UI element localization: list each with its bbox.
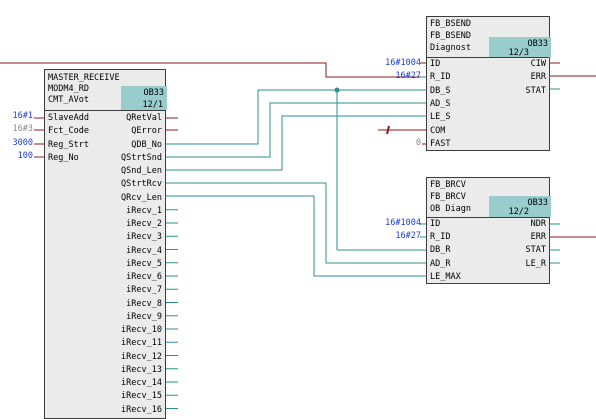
master-output-pin[interactable]: iRecv_16 bbox=[121, 405, 162, 415]
bsend-input-pin[interactable]: FAST bbox=[430, 139, 450, 149]
master-output-pin[interactable]: iRecv_5 bbox=[126, 259, 162, 269]
master-input-value[interactable]: 100 bbox=[18, 151, 33, 161]
bsend-input-pin[interactable]: AD_S bbox=[430, 99, 450, 109]
bsend-block-type: FB_BSEND bbox=[430, 31, 471, 41]
brcv-ob-badge: OB33 12/2 bbox=[489, 196, 551, 217]
master-ob-label: OB33 bbox=[143, 88, 164, 98]
bsend-block-comment: Diagnost bbox=[430, 43, 471, 53]
brcv-input-pin[interactable]: ID bbox=[430, 219, 440, 229]
master-output-pin[interactable]: iRecv_13 bbox=[121, 365, 162, 375]
brcv-input-pin[interactable]: R_ID bbox=[430, 232, 450, 242]
bsend-input-pin[interactable]: DB_S bbox=[430, 86, 450, 96]
brcv-output-pin[interactable]: STAT bbox=[526, 245, 546, 255]
brcv-input-value[interactable]: 16#1004 bbox=[385, 218, 421, 228]
master-output-pin[interactable]: QError bbox=[131, 126, 162, 136]
master-block-name: MASTER_RECEIVE bbox=[48, 73, 120, 83]
bsend-output-pin[interactable]: ERR bbox=[531, 72, 546, 82]
brcv-output-pin[interactable]: ERR bbox=[531, 232, 546, 242]
master-ob-number: 12/1 bbox=[142, 100, 163, 110]
brcv-output-pin[interactable]: LE_R bbox=[526, 259, 546, 269]
teal-wire-qsnd-len bbox=[166, 115, 426, 171]
teal-wire-qrcv-len bbox=[166, 195, 426, 277]
brcv-output-pin[interactable]: NDR bbox=[531, 219, 546, 229]
red-wire-com-marker bbox=[386, 125, 390, 135]
master-block-type: MODM4_RD bbox=[48, 84, 89, 94]
master-output-pin[interactable]: iRecv_3 bbox=[126, 232, 162, 242]
brcv-ob-number: 12/2 bbox=[508, 207, 529, 217]
master-header-separator bbox=[45, 110, 165, 111]
master-input-value[interactable]: 3000 bbox=[13, 138, 33, 148]
bsend-block-name: FB_BSEND bbox=[430, 19, 471, 29]
bsend-input-value[interactable]: 16#1004 bbox=[385, 58, 421, 68]
master-input-value[interactable]: 16#1 bbox=[13, 111, 33, 121]
master-output-pin[interactable]: QRetVal bbox=[126, 113, 162, 123]
master-receive-block[interactable]: MASTER_RECEIVE MODM4_RD CMT_AVot OB33 12… bbox=[44, 69, 167, 419]
brcv-input-pin[interactable]: LE_MAX bbox=[430, 272, 461, 282]
brcv-input-pin[interactable]: AD_R bbox=[430, 259, 450, 269]
bsend-input-pin[interactable]: ID bbox=[430, 59, 440, 69]
bsend-output-pin[interactable]: STAT bbox=[526, 86, 546, 96]
bsend-ob-label: OB33 bbox=[527, 39, 548, 49]
master-output-pin[interactable]: iRecv_15 bbox=[121, 391, 162, 401]
fb-brcv-block[interactable]: FB_BRCV FB_BRCV OB Diagn OB33 12/2 ID R_I… bbox=[426, 177, 551, 284]
bsend-ob-badge: OB33 12/3 bbox=[489, 37, 551, 58]
brcv-block-comment: OB Diagn bbox=[430, 204, 471, 214]
brcv-block-type: FB_BRCV bbox=[430, 192, 466, 202]
wire-junction-dot bbox=[334, 87, 340, 93]
bsend-input-value[interactable]: 16#27 bbox=[395, 71, 421, 81]
brcv-input-value[interactable]: 16#27 bbox=[395, 231, 421, 241]
master-input-pin[interactable]: SlaveAdd bbox=[48, 113, 89, 123]
brcv-ob-label: OB33 bbox=[527, 198, 548, 208]
master-output-pin[interactable]: iRecv_14 bbox=[121, 378, 162, 388]
master-input-value[interactable]: 16#3 bbox=[13, 124, 33, 134]
master-block-comment: CMT_AVot bbox=[48, 95, 89, 105]
master-input-pin[interactable]: Fct_Code bbox=[48, 126, 89, 136]
master-output-pin[interactable]: QSnd_Len bbox=[121, 166, 162, 176]
teal-wire-qdb-no bbox=[166, 89, 426, 145]
bsend-output-pin[interactable]: CIW bbox=[531, 59, 546, 69]
brcv-input-pin[interactable]: DB_R bbox=[430, 245, 450, 255]
master-output-pin[interactable]: iRecv_4 bbox=[126, 246, 162, 256]
brcv-block-name: FB_BRCV bbox=[430, 180, 466, 190]
master-output-pin[interactable]: iRecv_1 bbox=[126, 206, 162, 216]
master-output-pin[interactable]: iRecv_9 bbox=[126, 312, 162, 322]
master-output-pin[interactable]: iRecv_2 bbox=[126, 219, 162, 229]
master-output-pin[interactable]: iRecv_10 bbox=[121, 325, 162, 335]
recv-output-stubs bbox=[166, 209, 178, 409]
master-input-pin[interactable]: Reg_Strt bbox=[48, 140, 89, 150]
bsend-header-separator bbox=[427, 57, 549, 58]
master-output-pin[interactable]: iRecv_8 bbox=[126, 299, 162, 309]
master-output-pin[interactable]: iRecv_6 bbox=[126, 272, 162, 282]
brcv-header-separator bbox=[427, 217, 549, 218]
master-output-pin[interactable]: QRcv_Len bbox=[121, 193, 162, 203]
master-output-pin[interactable]: QStrtRcv bbox=[121, 179, 162, 189]
master-output-pin[interactable]: iRecv_7 bbox=[126, 285, 162, 295]
bsend-input-pin[interactable]: LE_S bbox=[430, 112, 450, 122]
master-output-pin[interactable]: iRecv_11 bbox=[121, 338, 162, 348]
bsend-input-value[interactable]: 0 bbox=[416, 138, 421, 148]
bsend-input-pin[interactable]: R_ID bbox=[430, 72, 450, 82]
master-input-pin[interactable]: Reg_No bbox=[48, 153, 79, 163]
master-output-pin[interactable]: iRecv_12 bbox=[121, 352, 162, 362]
master-ob-badge: OB33 12/1 bbox=[121, 86, 167, 110]
fb-bsend-block[interactable]: FB_BSEND FB_BSEND Diagnost OB33 12/3 ID R… bbox=[426, 16, 551, 151]
master-output-pin[interactable]: QDB_No bbox=[131, 140, 162, 150]
bsend-input-pin[interactable]: COM bbox=[430, 126, 445, 136]
master-output-pin[interactable]: QStrtSnd bbox=[121, 153, 162, 163]
